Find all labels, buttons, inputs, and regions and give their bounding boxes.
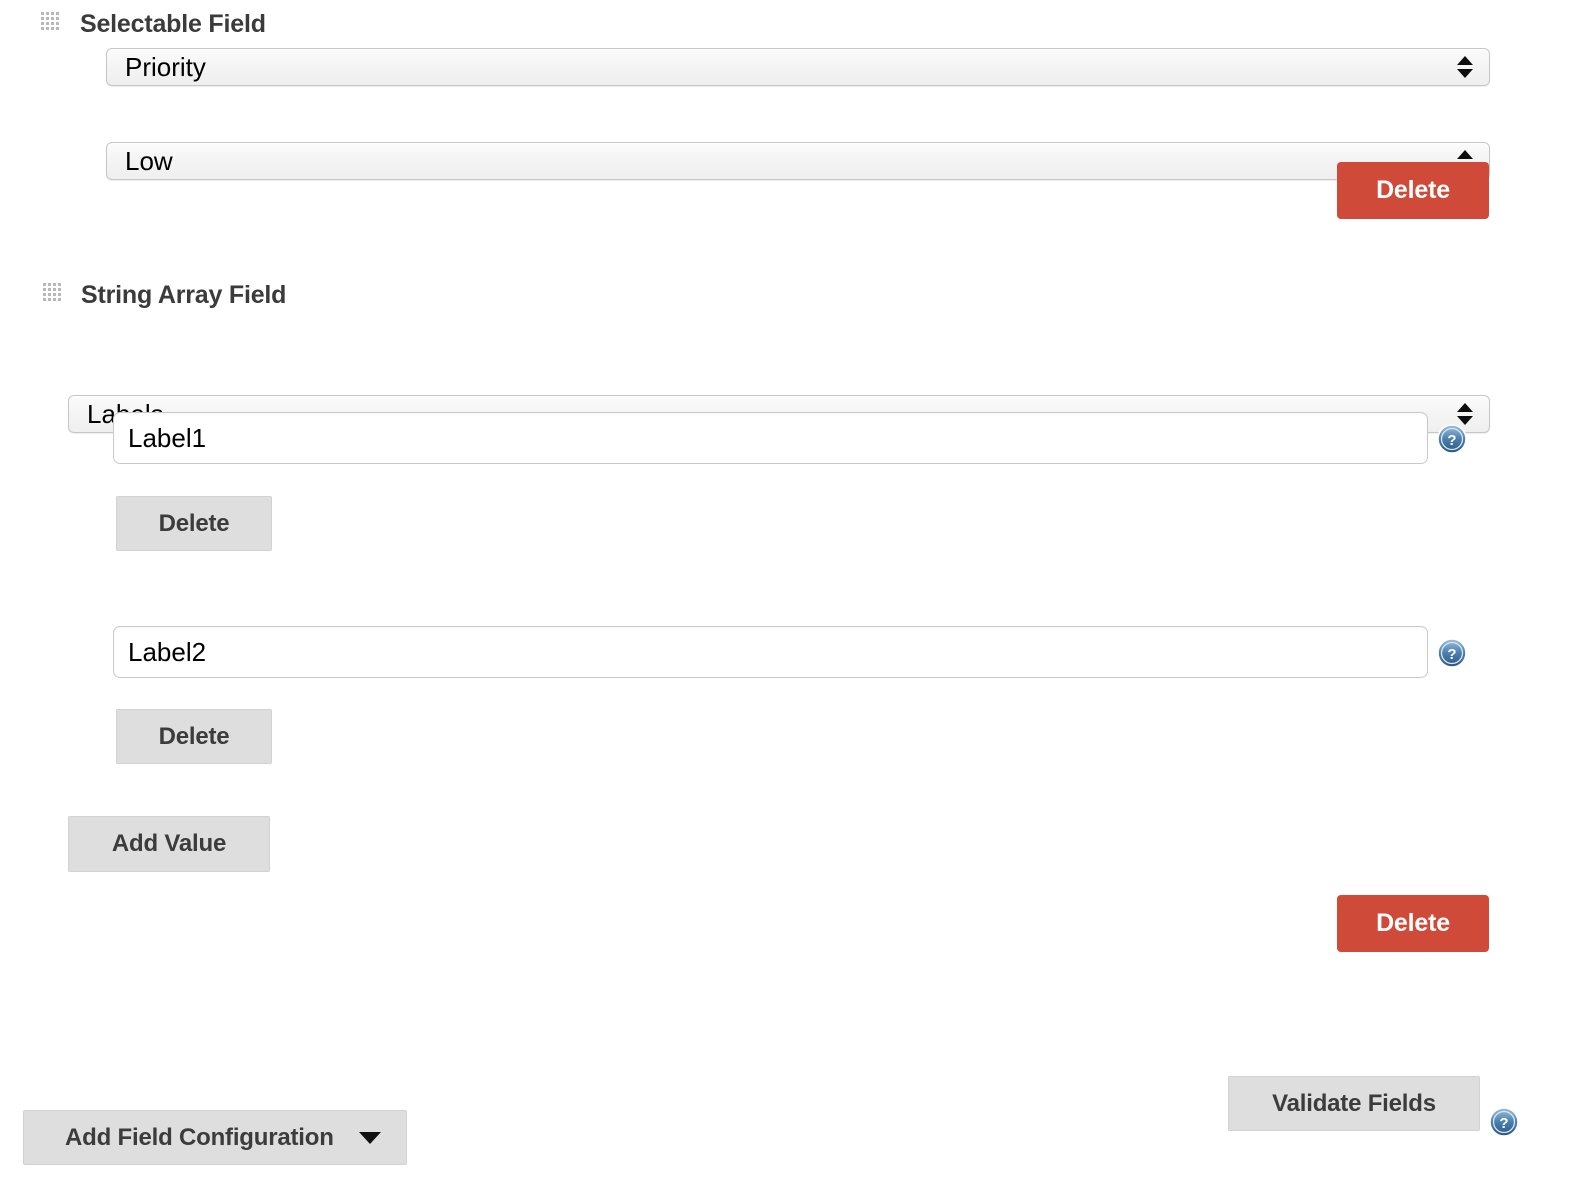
drag-grip-icon [43, 283, 61, 301]
drag-handle-string-array-field[interactable] [43, 283, 63, 305]
selectable-field-name-value: Priority [125, 51, 206, 82]
delete-string-array-value-button-2[interactable]: Delete [116, 709, 272, 764]
selectable-field-value-value: Low [125, 145, 173, 176]
help-circle-icon-value-2[interactable]: ? [1437, 638, 1467, 668]
svg-text:?: ? [1499, 1115, 1508, 1132]
delete-string-array-field-button[interactable]: Delete [1337, 895, 1489, 952]
help-circle-icon-validate[interactable]: ? [1489, 1107, 1519, 1137]
string-array-value-input-2[interactable] [113, 626, 1428, 678]
delete-string-array-value-button-1[interactable]: Delete [116, 496, 272, 551]
chevron-down-icon [359, 1131, 381, 1144]
help-circle-icon-value-1[interactable]: ? [1437, 424, 1467, 454]
selectable-field-name-select[interactable]: Priority [106, 48, 1490, 86]
delete-selectable-field-button[interactable]: Delete [1337, 162, 1489, 219]
section-title-selectable-field: Selectable Field [80, 10, 266, 38]
svg-text:?: ? [1447, 432, 1456, 449]
add-field-configuration-label: Add Field Configuration [65, 1123, 334, 1151]
selectable-field-value-select[interactable]: Low [106, 142, 1490, 180]
add-value-button[interactable]: Add Value [68, 816, 270, 872]
select-arrows-icon [1457, 52, 1473, 82]
svg-text:?: ? [1447, 646, 1456, 663]
drag-handle-selectable-field[interactable] [41, 12, 61, 34]
validate-fields-button[interactable]: Validate Fields [1228, 1076, 1480, 1131]
drag-grip-icon [41, 12, 59, 30]
section-title-string-array-field: String Array Field [81, 281, 287, 309]
string-array-value-input-1[interactable] [113, 412, 1428, 464]
add-field-configuration-button[interactable]: Add Field Configuration [23, 1110, 407, 1165]
